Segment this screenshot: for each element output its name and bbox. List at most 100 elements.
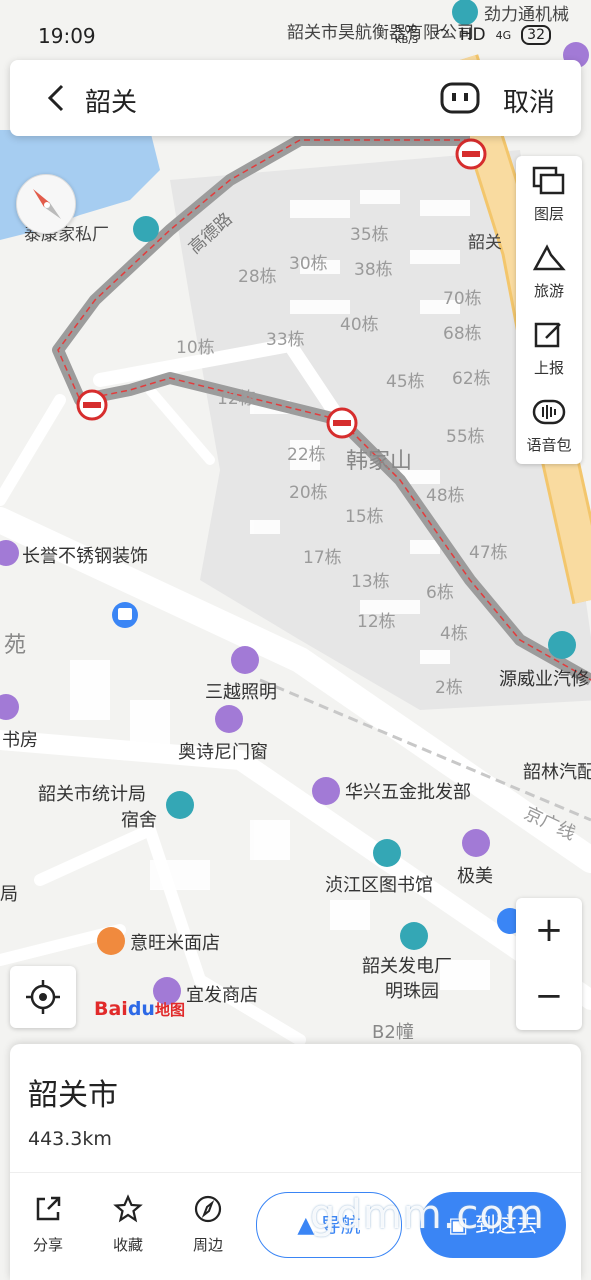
map-label-building: 40栋 [340,315,379,335]
map-label-building: 68栋 [443,324,482,344]
net-speed: 5.00 KB/S [394,24,419,46]
map-label-building: 13栋 [351,572,390,592]
share-button[interactable]: 分享 [18,1194,78,1255]
voice-pack-button[interactable]: 语音包 [516,387,582,463]
voice-search-button[interactable] [440,82,480,114]
map-label-building: 15栋 [345,507,384,527]
compass-icon [33,189,61,219]
map-label-building: 17栋 [303,548,342,568]
report-label: 上报 [533,359,564,377]
cancel-button[interactable]: 取消 [503,82,555,119]
poi-pin-icon[interactable] [373,839,401,867]
map-label-poi: 三越照明 [205,682,277,703]
share-icon [36,1196,61,1221]
map-label-poi: 局 [0,884,18,905]
locate-icon [26,980,60,1014]
card-divider [10,1172,581,1173]
place-name: 韶关市 [28,1078,118,1113]
poi-pin-icon[interactable] [231,646,259,674]
map-label-building: 12栋 [217,389,256,409]
poi-pin-icon[interactable] [462,829,490,857]
map-label-poi: 韶关市统计局 [38,784,146,805]
poi-pin-icon[interactable] [166,791,194,819]
map-label-poi: 奥诗尼门窗 [178,742,268,763]
place-card[interactable]: 韶关市 443.3km 分享 收藏 周边 ▲ 导航 ▣ 到这去 [10,1044,581,1280]
search-bar: 韶关 取消 [10,60,581,136]
map-label-poi: 源威业汽修 [499,669,589,690]
no-entry-icon [76,389,108,421]
map-label-building: 10栋 [176,338,215,358]
poi-pin-icon[interactable] [133,216,159,242]
poi-pin-icon[interactable] [312,777,340,805]
poi-pin-icon[interactable] [215,705,243,733]
logo-du: du [127,998,155,1020]
map-label-poi: 浈江区图书馆 [325,875,433,896]
map-label-poi: 意旺米面店 [130,933,220,954]
nearby-button[interactable]: 周边 [178,1194,238,1255]
map-label-poi: 明珠园 [385,981,439,1002]
map-label-building: 70栋 [443,289,482,309]
map-label-area: 韩家山 [346,449,412,474]
status-time: 19:09 [38,24,96,48]
report-button[interactable]: 上报 [516,310,582,386]
map-label-poi: 极美 [457,866,493,887]
map-label-building: 28栋 [238,267,277,287]
status-bar: 19:09 5.00 KB/S ◠ HD 4G 32 [0,0,591,66]
restaurant-icon[interactable] [97,927,125,955]
map-label-poi: 韶关发电厂 [362,956,452,977]
map-label-area: 苑 [4,633,26,658]
back-arrow-icon [47,84,64,112]
zoom-controls: + − [516,898,582,1030]
map-label-poi: 韶关 [468,233,502,253]
logo-bai: Bai [94,998,128,1020]
map-label-building: 2栋 [435,678,463,698]
map-label-building: 45栋 [386,372,425,392]
voice-pack-label: 语音包 [526,436,572,454]
map-label-building: 55栋 [446,427,485,447]
layers-button[interactable]: 图层 [516,156,582,232]
map-label-building: 30栋 [289,254,328,274]
poi-pin-icon[interactable] [400,922,428,950]
zoom-in-button[interactable]: + [516,898,582,964]
zoom-out-button[interactable]: − [516,964,582,1030]
logo-ditu: 地图 [154,1001,185,1019]
report-icon [534,322,561,348]
search-city[interactable]: 韶关 [85,82,137,119]
no-entry-icon [326,407,358,439]
favorite-button[interactable]: 收藏 [98,1194,158,1255]
compass-nearby-icon [194,1195,222,1223]
share-label: 分享 [32,1236,63,1254]
map-label-building: 4栋 [440,624,468,644]
map-label-poi: 华兴五金批发部 [345,782,471,803]
no-entry-icon [455,138,487,170]
voice-assistant-icon [440,82,480,114]
map-label-poi: 书房 [2,730,38,751]
map-label-building: 33栋 [266,330,305,350]
baidu-map-logo: Baidu地图 [94,998,185,1020]
back-button[interactable] [40,80,76,116]
bus-stop-icon[interactable] [112,602,138,628]
map-label-building: 35栋 [350,225,389,245]
travel-icon [532,244,566,271]
locate-button[interactable] [10,966,76,1028]
map-label-poi: 韶林汽配 [523,762,591,783]
star-icon [113,1194,143,1223]
layers-label: 图层 [533,205,564,223]
compass-button[interactable] [16,174,76,234]
map-label-building: B2幢 [372,1022,414,1043]
map-label-poi: 宜发商店 [186,985,258,1006]
wifi-icon: ◠ [434,25,450,45]
signal-label: 4G [495,28,512,42]
map-label-building: 47栋 [469,543,508,563]
voice-pack-icon [532,399,566,425]
favorite-label: 收藏 [112,1236,143,1254]
map-label-poi: 宿舍 [121,810,157,831]
place-distance: 443.3km [28,1128,112,1150]
map-tools-panel: 图层 旅游 上报 语音包 [516,156,582,464]
travel-button[interactable]: 旅游 [516,233,582,309]
car-service-icon[interactable] [548,631,576,659]
map-label-building: 48栋 [426,486,465,506]
battery-icon: 32 [521,25,551,45]
map-label-building: 22栋 [287,445,326,465]
watermark: gdmm.com [310,1192,545,1238]
